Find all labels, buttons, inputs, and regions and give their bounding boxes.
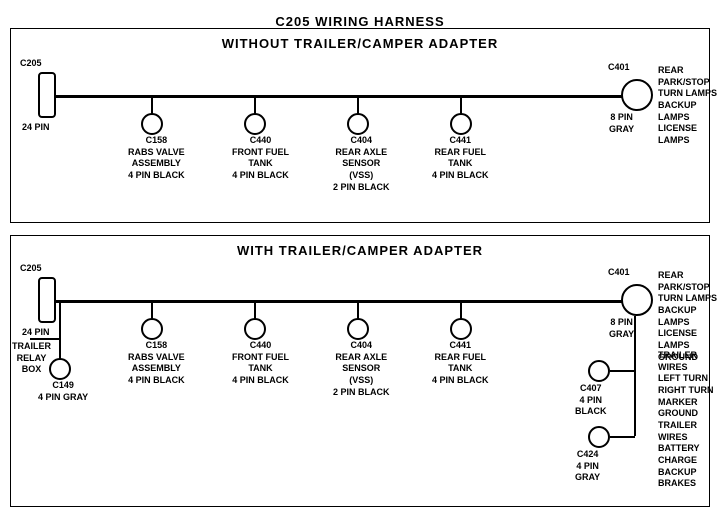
s2-c441-vline: [460, 300, 462, 320]
s2-c404-connector: [347, 318, 369, 340]
s2-c441-label: C441REAR FUELTANK4 PIN BLACK: [432, 340, 489, 387]
section1-label: WITHOUT TRAILER/CAMPER ADAPTER: [0, 36, 720, 51]
s2-c407-connector: [588, 360, 610, 382]
s2-c440-connector: [244, 318, 266, 340]
s1-c441-connector: [450, 113, 472, 135]
s1-c401-pins: 8 PINGRAY: [609, 112, 634, 135]
s2-c440-label: C440FRONT FUELTANK4 PIN BLACK: [232, 340, 289, 387]
s1-c404-connector: [347, 113, 369, 135]
s2-c149-vline: [59, 340, 61, 360]
s2-c424-desc: TRAILER WIRESBATTERY CHARGEBACKUPBRAKES: [658, 420, 720, 490]
s1-c158-vline: [151, 95, 153, 115]
section2-label: WITH TRAILER/CAMPER ADAPTER: [0, 243, 720, 258]
s2-c441-connector: [450, 318, 472, 340]
s2-relay-label: TRAILERRELAYBOX: [12, 341, 51, 376]
s2-c158-vline: [151, 300, 153, 320]
s1-c205-sublabel: 24 PIN: [22, 122, 50, 134]
s2-c401-connector: [621, 284, 653, 316]
s2-branch-vline: [634, 316, 636, 436]
s1-c440-vline: [254, 95, 256, 115]
s2-c424-hline: [610, 436, 635, 438]
s2-main-line: [52, 300, 634, 303]
s1-c401-desc: REAR PARK/STOPTURN LAMPSBACKUP LAMPSLICE…: [658, 65, 720, 147]
s1-main-line: [52, 95, 634, 98]
s2-c205-connector: [38, 277, 56, 323]
s2-c424-connector: [588, 426, 610, 448]
diagram-area: C205 WIRING HARNESS WITHOUT TRAILER/CAMP…: [0, 0, 720, 500]
s2-c407-hline: [610, 370, 635, 372]
s1-c441-vline: [460, 95, 462, 115]
page-title: C205 WIRING HARNESS: [0, 6, 720, 29]
s2-c205-sublabel: 24 PIN: [22, 327, 50, 339]
s1-c440-connector: [244, 113, 266, 135]
s1-c440-label: C440FRONT FUELTANK4 PIN BLACK: [232, 135, 289, 182]
s2-c205-label: C205: [20, 263, 42, 275]
s2-c407-desc: TRAILER WIRESLEFT TURNRIGHT TURNMARKERGR…: [658, 350, 720, 420]
s1-c205-connector: [38, 72, 56, 118]
s1-c404-label: C404REAR AXLESENSOR(VSS)2 PIN BLACK: [333, 135, 390, 193]
s1-c401-label: C401: [608, 62, 630, 74]
s1-c404-vline: [357, 95, 359, 115]
s2-relay-vline: [59, 300, 61, 340]
s2-c149-connector: [49, 358, 71, 380]
s2-c424-label: C4244 PINGRAY: [575, 449, 600, 484]
s2-c404-vline: [357, 300, 359, 320]
s1-c158-connector: [141, 113, 163, 135]
s1-c441-label: C441REAR FUELTANK4 PIN BLACK: [432, 135, 489, 182]
s2-c401-label: C401: [608, 267, 630, 279]
s1-c158-label: C158RABS VALVEASSEMBLY4 PIN BLACK: [128, 135, 185, 182]
s2-c149-label: C1494 PIN GRAY: [38, 380, 88, 403]
s2-c404-label: C404REAR AXLESENSOR(VSS)2 PIN BLACK: [333, 340, 390, 398]
s2-c440-vline: [254, 300, 256, 320]
s2-relay-hline: [30, 338, 60, 340]
s2-c158-label: C158RABS VALVEASSEMBLY4 PIN BLACK: [128, 340, 185, 387]
s2-c401-pins: 8 PINGRAY: [609, 317, 634, 340]
s2-c407-label: C4074 PINBLACK: [575, 383, 607, 418]
s1-c205-label: C205: [20, 58, 42, 70]
s1-c401-connector: [621, 79, 653, 111]
s2-c158-connector: [141, 318, 163, 340]
